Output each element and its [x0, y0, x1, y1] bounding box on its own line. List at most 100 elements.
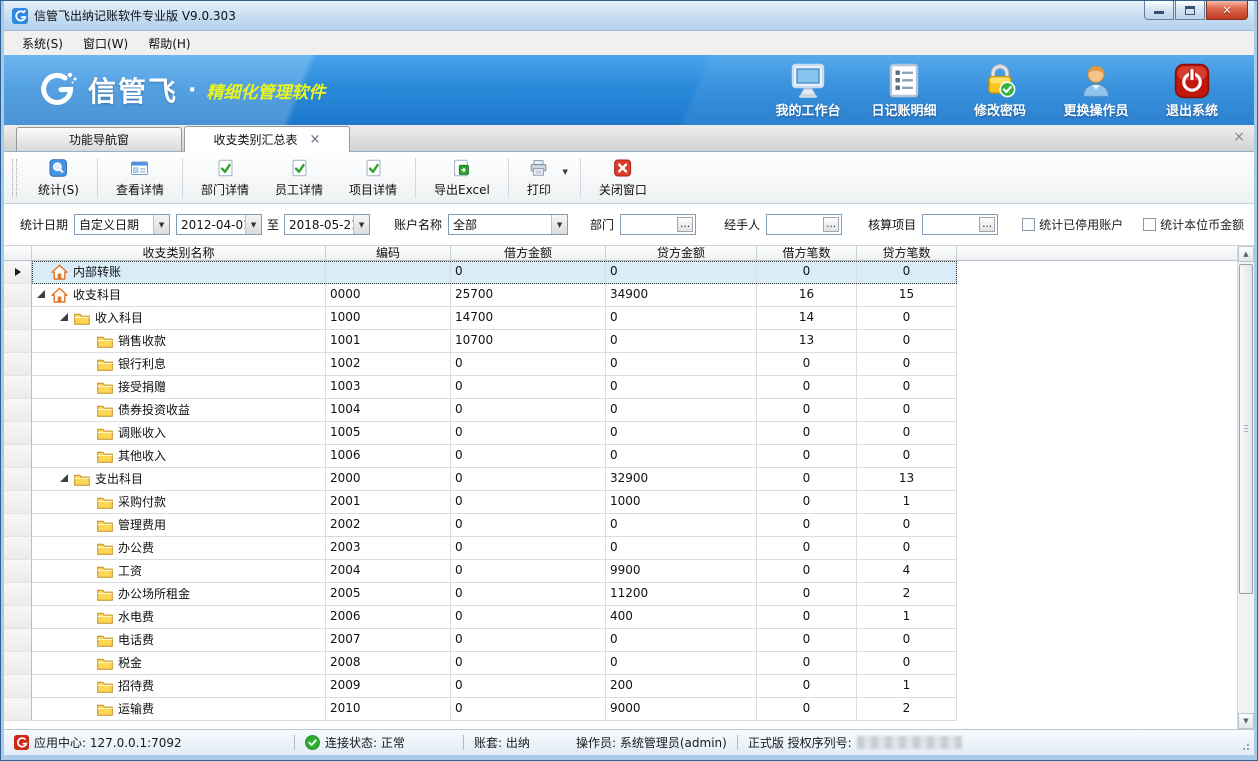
- resize-grip[interactable]: [1238, 739, 1251, 752]
- tab-close-icon[interactable]: ×: [310, 133, 321, 146]
- title-bar[interactable]: 信管飞出纳记账软件专业版 V9.0.303 ✕: [4, 1, 1254, 31]
- checkbox-disabled-accounts[interactable]: 统计已停用账户: [1022, 216, 1123, 233]
- row-selector[interactable]: [4, 491, 32, 514]
- row-selector[interactable]: [4, 445, 32, 468]
- row-cells[interactable]: 收入科目1000147000140: [32, 307, 957, 330]
- column-header-code[interactable]: 编码: [326, 246, 451, 260]
- print-dropdown-icon[interactable]: ▼: [562, 168, 567, 176]
- project-input[interactable]: …: [922, 214, 998, 235]
- row-cells[interactable]: 接受捐赠10030000: [32, 376, 957, 399]
- row-selector[interactable]: [4, 261, 32, 284]
- menu-item[interactable]: 系统(S): [12, 32, 73, 55]
- row-cells[interactable]: 水电费2006040001: [32, 606, 957, 629]
- column-header-credit-count[interactable]: 贷方笔数: [857, 246, 957, 260]
- chevron-down-icon[interactable]: ▼: [353, 215, 369, 234]
- row-cells[interactable]: 税金20080000: [32, 652, 957, 675]
- row-selector[interactable]: [4, 560, 32, 583]
- toolbar-button-doc-check[interactable]: 项目详情: [336, 156, 410, 200]
- row-cells[interactable]: 采购付款20010100001: [32, 491, 957, 514]
- row-selector[interactable]: [4, 583, 32, 606]
- toolbar-button-statistics[interactable]: 统计(S): [25, 156, 92, 200]
- toolbar-button-export-excel[interactable]: 导出Excel: [421, 156, 503, 200]
- column-header-debit-amount[interactable]: 借方金额: [451, 246, 606, 260]
- menu-item[interactable]: 帮助(H): [138, 32, 200, 55]
- minimize-button[interactable]: [1144, 1, 1174, 20]
- column-header-credit-amount[interactable]: 贷方金额: [606, 246, 757, 260]
- banner-action-operator[interactable]: 更换操作员: [1060, 62, 1132, 119]
- row-selector[interactable]: [4, 353, 32, 376]
- date-mode-select[interactable]: 自定义日期 ▼: [74, 214, 170, 235]
- maximize-button[interactable]: [1175, 1, 1205, 20]
- row-cells[interactable]: 运输费20100900002: [32, 698, 957, 721]
- row-selector[interactable]: [4, 698, 32, 721]
- row-selector[interactable]: [4, 675, 32, 698]
- row-cells[interactable]: 收支科目000025700349001615: [32, 284, 957, 307]
- banner-action-exit[interactable]: 退出系统: [1156, 62, 1228, 119]
- menu-item[interactable]: 窗口(W): [73, 32, 138, 55]
- chevron-down-icon[interactable]: ▼: [245, 215, 261, 234]
- department-input[interactable]: …: [620, 214, 696, 235]
- row-selector[interactable]: [4, 399, 32, 422]
- tree-expander-icon[interactable]: [60, 313, 68, 321]
- table-row: 招待费2009020001: [4, 675, 1237, 698]
- row-cells[interactable]: 其他收入10060000: [32, 445, 957, 468]
- row-cells[interactable]: 内部转账0000: [32, 261, 957, 284]
- row-cells[interactable]: 电话费20070000: [32, 629, 957, 652]
- tab-inactive[interactable]: 功能导航窗: [16, 127, 182, 151]
- row-cells[interactable]: 债券投资收益10040000: [32, 399, 957, 422]
- toolbar-button-doc-check[interactable]: 部门详情: [188, 156, 262, 200]
- row-selector[interactable]: [4, 284, 32, 307]
- row-selector[interactable]: [4, 606, 32, 629]
- toolbar-button-print[interactable]: 打印▼: [514, 156, 575, 200]
- banner-action-password[interactable]: 修改密码: [964, 62, 1036, 119]
- row-cells[interactable]: 招待费2009020001: [32, 675, 957, 698]
- tree-expander-icon[interactable]: [37, 290, 45, 298]
- column-header-debit-count[interactable]: 借方笔数: [757, 246, 857, 260]
- chevron-down-icon[interactable]: ▼: [551, 215, 567, 234]
- row-selector[interactable]: [4, 468, 32, 491]
- row-selector[interactable]: [4, 652, 32, 675]
- checkbox-icon[interactable]: [1143, 218, 1156, 231]
- toolbar-button-close-window[interactable]: 关闭窗口: [586, 156, 660, 200]
- banner-action-workbench[interactable]: 我的工作台: [772, 62, 844, 119]
- row-selector[interactable]: [4, 307, 32, 330]
- ellipsis-button[interactable]: …: [979, 217, 995, 232]
- row-selector[interactable]: [4, 330, 32, 353]
- ellipsis-button[interactable]: …: [677, 217, 693, 232]
- toolbar-grip[interactable]: [12, 159, 17, 197]
- chevron-down-icon[interactable]: ▼: [153, 215, 169, 234]
- toolbar-button-doc-check[interactable]: 员工详情: [262, 156, 336, 200]
- date-from-picker[interactable]: 2012-04-01 ▼: [176, 214, 262, 235]
- toolbar-button-view-detail[interactable]: 查看详情: [103, 156, 177, 200]
- row-selector[interactable]: [4, 514, 32, 537]
- vertical-scrollbar[interactable]: ▲ ▼: [1237, 246, 1254, 729]
- row-cells[interactable]: 银行利息10020000: [32, 353, 957, 376]
- row-selector[interactable]: [4, 537, 32, 560]
- tree-expander-icon[interactable]: [60, 474, 68, 482]
- row-cells[interactable]: 办公场所租金200501120002: [32, 583, 957, 606]
- checkbox-icon[interactable]: [1022, 218, 1035, 231]
- category-name: 其他收入: [118, 446, 166, 467]
- banner-action-journal[interactable]: 日记账明细: [868, 62, 940, 119]
- close-button[interactable]: ✕: [1206, 1, 1248, 20]
- scroll-down-icon[interactable]: ▼: [1238, 713, 1254, 729]
- row-selector[interactable]: [4, 422, 32, 445]
- scroll-up-icon[interactable]: ▲: [1238, 246, 1254, 262]
- date-to-picker[interactable]: 2018-05-21 ▼: [284, 214, 370, 235]
- ellipsis-button[interactable]: …: [823, 217, 839, 232]
- column-header-category-name[interactable]: 收支类别名称: [32, 246, 326, 260]
- row-cells[interactable]: 销售收款1001107000130: [32, 330, 957, 353]
- checkbox-base-currency[interactable]: 统计本位币金额: [1143, 216, 1244, 233]
- tab-active[interactable]: 收支类别汇总表×: [184, 126, 350, 152]
- panel-close-icon[interactable]: ×: [1233, 130, 1245, 144]
- row-cells[interactable]: 工资20040990004: [32, 560, 957, 583]
- row-selector[interactable]: [4, 376, 32, 399]
- handler-input[interactable]: …: [766, 214, 842, 235]
- row-selector[interactable]: [4, 629, 32, 652]
- row-cells[interactable]: 管理费用20020000: [32, 514, 957, 537]
- scrollbar-thumb[interactable]: [1239, 264, 1253, 594]
- account-select[interactable]: 全部 ▼: [448, 214, 568, 235]
- row-cells[interactable]: 支出科目2000032900013: [32, 468, 957, 491]
- row-cells[interactable]: 调账收入10050000: [32, 422, 957, 445]
- row-cells[interactable]: 办公费20030000: [32, 537, 957, 560]
